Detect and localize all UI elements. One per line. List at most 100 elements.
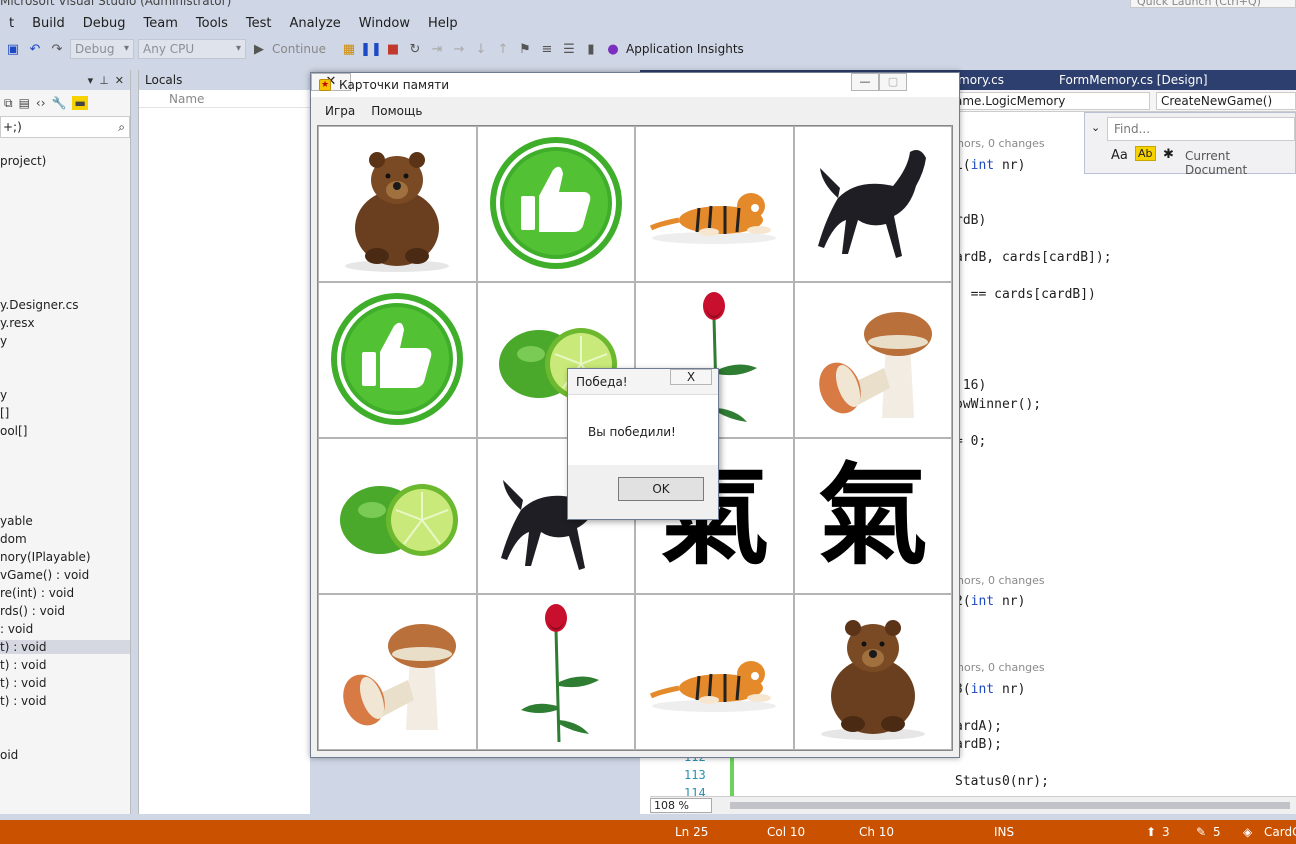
- find-expand-icon[interactable]: ⌄: [1091, 121, 1100, 134]
- quick-launch-input[interactable]: Quick Launch (Ctrl+Q): [1130, 0, 1296, 8]
- card-bear[interactable]: [793, 594, 952, 750]
- undo-icon[interactable]: ↶: [26, 40, 44, 58]
- application-insights-button[interactable]: Application Insights: [626, 42, 744, 56]
- card-qi[interactable]: 氣: [793, 438, 952, 594]
- ok-button[interactable]: OK: [618, 477, 704, 501]
- properties-wrench-icon[interactable]: 🔧: [52, 96, 67, 110]
- solution-search-input[interactable]: +;) ⌕: [0, 116, 130, 138]
- card-mushroom[interactable]: [318, 594, 477, 750]
- comment-icon[interactable]: ≡: [538, 40, 556, 58]
- card-mushroom[interactable]: [793, 282, 952, 438]
- minimize-button[interactable]: —: [851, 73, 879, 91]
- solution-tree-item[interactable]: yable: [0, 514, 33, 528]
- code-line[interactable]: ardB);: [955, 737, 1002, 752]
- solution-tree-item[interactable]: oid: [0, 748, 18, 762]
- solution-tree-item[interactable]: []: [0, 406, 9, 420]
- pause-icon[interactable]: ❚❚: [360, 40, 382, 58]
- menu-test[interactable]: Test: [237, 12, 281, 36]
- pin-icon[interactable]: ⊥: [99, 74, 109, 87]
- solution-tree-item[interactable]: dom: [0, 532, 27, 546]
- card-tiger[interactable]: [635, 126, 794, 282]
- solution-tree-item[interactable]: re(int) : void: [0, 586, 74, 600]
- continue-play-icon[interactable]: ▶: [250, 40, 268, 58]
- view-code-icon[interactable]: ‹›: [36, 96, 46, 110]
- status-repo-name[interactable]: CardG: [1264, 820, 1296, 844]
- menu-build[interactable]: Build: [23, 12, 74, 36]
- code-line[interactable]: 2(int nr): [955, 594, 1025, 609]
- solution-tree-item[interactable]: : void: [0, 622, 33, 636]
- card-rose[interactable]: [476, 594, 635, 750]
- breakpoint-window-icon[interactable]: ▦: [340, 40, 358, 58]
- solution-tree-item[interactable]: vGame() : void: [0, 568, 89, 582]
- menu-help[interactable]: Help: [419, 12, 467, 36]
- card-horse[interactable]: [793, 126, 952, 282]
- stop-icon[interactable]: ■: [384, 40, 402, 58]
- codelens-reference[interactable]: hors, 0 changes: [957, 574, 1045, 587]
- solution-tree-item[interactable]: t) : void: [0, 640, 130, 654]
- solution-tree-item[interactable]: nory(IPlayable): [0, 550, 91, 564]
- tab-form-memory-design[interactable]: FormMemory.cs [Design]: [1059, 70, 1208, 90]
- step-into-icon[interactable]: ↓: [472, 40, 490, 58]
- menu-file-fragment[interactable]: t: [0, 12, 23, 36]
- code-line[interactable]: ardB, cards[cardB]);: [955, 250, 1112, 265]
- panel-dropdown-icon[interactable]: ▾: [88, 74, 94, 87]
- solution-tree-item[interactable]: t) : void: [0, 694, 46, 708]
- zoom-select[interactable]: 108 %: [650, 798, 712, 813]
- bookmark-icon[interactable]: ⚑: [516, 40, 534, 58]
- card-lime[interactable]: [318, 438, 477, 594]
- show-all-files-icon[interactable]: ▤: [19, 96, 30, 110]
- code-line[interactable]: owWinner();: [955, 397, 1041, 412]
- codelens-reference[interactable]: hors, 0 changes: [957, 661, 1045, 674]
- solution-tree-item[interactable]: project): [0, 154, 46, 168]
- platform-select[interactable]: Any CPU: [138, 39, 246, 59]
- menu-tools[interactable]: Tools: [187, 12, 237, 36]
- redo-icon[interactable]: ↷: [48, 40, 66, 58]
- solution-config-select[interactable]: Debug: [70, 39, 134, 59]
- code-line[interactable]: 1(int nr): [955, 158, 1025, 173]
- solution-tree-item[interactable]: y.resx: [0, 316, 35, 330]
- solution-tree-item[interactable]: t) : void: [0, 658, 46, 672]
- restart-icon[interactable]: ↻: [406, 40, 424, 58]
- message-titlebar[interactable]: Победа! X: [568, 369, 718, 395]
- member-navigation-select[interactable]: CreateNewGame(): [1156, 92, 1296, 110]
- solution-tree-item[interactable]: y: [0, 388, 7, 402]
- code-line[interactable]: ardA);: [955, 719, 1002, 734]
- menu-debug[interactable]: Debug: [74, 12, 135, 36]
- game-titlebar[interactable]: ★ Карточки памяти — ▢ ✕: [311, 73, 959, 97]
- menu-analyze[interactable]: Analyze: [281, 12, 350, 36]
- menu-help-ru[interactable]: Помощь: [363, 99, 430, 123]
- collapse-all-icon[interactable]: ⧉: [4, 96, 13, 111]
- horizontal-scrollbar[interactable]: [730, 802, 1290, 809]
- card-thumbs-up[interactable]: [318, 282, 477, 438]
- code-line[interactable]: Status0(nr);: [955, 774, 1049, 789]
- find-scope[interactable]: Current Document: [1185, 149, 1295, 177]
- solution-tree-item[interactable]: t) : void: [0, 676, 46, 690]
- card-bear[interactable]: [318, 126, 477, 282]
- match-whole-word-toggle[interactable]: Ab: [1135, 146, 1156, 161]
- menu-window[interactable]: Window: [350, 12, 419, 36]
- status-unpushed-count[interactable]: 3: [1162, 820, 1170, 844]
- match-case-toggle[interactable]: Aa: [1111, 148, 1128, 163]
- show-next-statement-icon[interactable]: ⇥: [428, 40, 446, 58]
- card-thumbs-up[interactable]: [476, 126, 635, 282]
- maximize-button[interactable]: ▢: [879, 73, 907, 91]
- regex-icon[interactable]: ✱: [1163, 147, 1174, 162]
- bookmark-toggle-icon[interactable]: ▮: [582, 40, 600, 58]
- code-line[interactable]: ] == cards[cardB]): [955, 287, 1096, 302]
- locals-name-column[interactable]: Name: [139, 90, 310, 108]
- type-navigation-select[interactable]: ame.LogicMemory: [950, 92, 1150, 110]
- step-out-icon[interactable]: ↑: [494, 40, 512, 58]
- message-close-button[interactable]: X: [670, 369, 712, 385]
- code-line[interactable]: 3(int nr): [955, 682, 1025, 697]
- preview-icon[interactable]: ▬: [72, 96, 88, 110]
- solution-tree-item[interactable]: y: [0, 334, 7, 348]
- solution-tree-item[interactable]: y.Designer.cs: [0, 298, 79, 312]
- save-all-icon[interactable]: ▣: [4, 40, 22, 58]
- continue-button[interactable]: Continue: [272, 42, 336, 56]
- card-tiger[interactable]: [635, 594, 794, 750]
- menu-team[interactable]: Team: [135, 12, 187, 36]
- find-input[interactable]: Find...: [1107, 117, 1295, 141]
- solution-tree-item[interactable]: ool[]: [0, 424, 27, 438]
- status-changes-count[interactable]: 5: [1213, 820, 1221, 844]
- step-over-icon[interactable]: →: [450, 40, 468, 58]
